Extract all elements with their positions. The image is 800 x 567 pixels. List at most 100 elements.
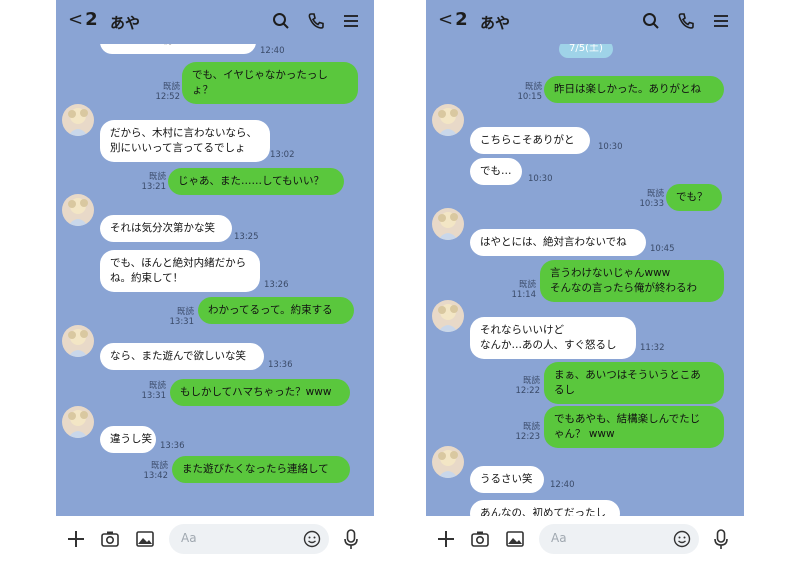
message-bubble-sent[interactable]: 昨日は楽しかった。ありがとね — [544, 76, 724, 103]
read-receipt: 既読 — [646, 189, 664, 199]
message-meta: 既読 13:21 — [138, 172, 167, 192]
message-text: こちらこそありがと — [480, 134, 575, 146]
message-bubble-sent[interactable]: もしかしてハマちゃった？www — [170, 379, 350, 406]
time-text: 13:26 — [264, 280, 289, 290]
unread-count: 2 — [85, 9, 98, 30]
avatar[interactable] — [432, 208, 464, 240]
read-receipt: 既読 — [148, 172, 166, 182]
avatar[interactable] — [62, 406, 94, 438]
message-text: でも、ほんと絶対内緒だから ね。約束して！ — [110, 257, 247, 284]
message-bubble-sent[interactable]: 言うわけないじゃんwww そんなの言ったら俺が終わるわ — [540, 260, 724, 302]
microphone-icon[interactable] — [343, 529, 359, 555]
image-icon[interactable] — [135, 529, 155, 553]
message-bubble-received[interactable]: それは気分次第かな笑 — [100, 215, 232, 242]
emoji-icon[interactable] — [303, 530, 321, 552]
chevron-left-icon: < — [68, 9, 84, 30]
message-bubble-received[interactable]: 違うし笑 — [100, 426, 156, 453]
time-text: 10:45 — [650, 244, 675, 254]
input-bar: Aa — [426, 516, 744, 567]
time-text: 13:31 — [141, 391, 167, 401]
message-meta: 既読 13:31 — [166, 307, 195, 327]
message-text: なら、また遊んで欲しいな笑 — [110, 350, 246, 362]
message-meta: 既読 10:33 — [636, 189, 665, 209]
message-text: わかってるって。約束する — [208, 304, 333, 316]
plus-icon[interactable] — [66, 529, 86, 553]
message-bubble-received[interactable]: なら、また遊んで欲しいな笑 — [100, 343, 264, 370]
message-bubble-received[interactable]: でも… — [470, 158, 522, 185]
chat-area[interactable]: 7/5(土) 昨日は楽しかった。ありがとね 既読 10:15 こちらこそありがと … — [426, 0, 744, 516]
image-icon[interactable] — [505, 529, 525, 553]
chat-screen-left: あんなの、初めてだったし 12:40 でも、イヤじゃなかったっし ょ？ 既読12… — [56, 0, 374, 567]
message-input[interactable]: Aa — [169, 524, 329, 554]
message-text: じゃあ、また……してもいい？ — [178, 175, 324, 187]
message-bubble-received[interactable]: はやとには、絶対言わないでね — [470, 229, 646, 256]
avatar[interactable] — [62, 194, 94, 226]
message-bubble-received[interactable]: あんなの、初めてだったし — [470, 500, 620, 516]
message-text: 昨日は楽しかった。ありがとね — [554, 83, 701, 95]
menu-icon[interactable] — [712, 12, 730, 34]
message-text: でも？ — [676, 191, 708, 203]
chat-header: <2 あや — [56, 0, 374, 44]
back-button[interactable]: <2 — [68, 9, 98, 30]
message-bubble-sent[interactable]: でもあやも、結構楽しんでたじ ゃん？ www — [544, 406, 724, 448]
message-bubble-received[interactable]: こちらこそありがと — [470, 127, 590, 154]
search-icon[interactable] — [642, 12, 660, 34]
phone-icon[interactable] — [307, 12, 325, 34]
camera-icon[interactable] — [470, 529, 490, 553]
message-text: でもあやも、結構楽しんでたじ ゃん？ www — [554, 413, 701, 440]
message-text: 違うし笑 — [110, 433, 152, 445]
message-text: でも、イヤじゃなかったっし ょ？ — [192, 69, 328, 96]
message-input[interactable]: Aa — [539, 524, 699, 554]
message-time: 13:26 — [264, 280, 289, 290]
back-button[interactable]: <2 — [438, 9, 468, 30]
time-text: 12:40 — [550, 480, 575, 490]
message-bubble-received[interactable]: それならいいけど なんか…あの人、すぐ怒るし — [470, 317, 636, 359]
message-text: 言うわけないじゃんwww そんなの言ったら俺が終わるわ — [550, 267, 697, 294]
message-bubble-sent[interactable]: わかってるって。約束する — [198, 297, 354, 324]
emoji-icon[interactable] — [673, 530, 691, 552]
message-bubble-sent[interactable]: また遊びたくなったら連絡して — [172, 456, 350, 483]
camera-icon[interactable] — [100, 529, 120, 553]
message-meta: 既読 12:52 — [152, 82, 181, 102]
input-placeholder: Aa — [551, 531, 567, 545]
message-text: でも… — [480, 165, 512, 177]
search-icon[interactable] — [272, 12, 290, 34]
read-receipt: 既読 — [162, 82, 180, 92]
time-text: 10:33 — [639, 199, 665, 209]
avatar[interactable] — [62, 104, 94, 136]
time-text: 12:40 — [260, 46, 285, 56]
time-text: 11:14 — [511, 290, 537, 300]
message-bubble-received[interactable]: だから、木村に言わないなら、 別にいいって言ってるでしょ — [100, 120, 270, 162]
message-bubble-sent[interactable]: まぁ、あいつはそういうとこあ るし — [544, 362, 724, 404]
chat-area[interactable]: あんなの、初めてだったし 12:40 でも、イヤじゃなかったっし ょ？ 既読12… — [56, 0, 374, 516]
message-text: あんなの、初めてだったし — [480, 507, 606, 516]
message-bubble-sent[interactable]: でも、イヤじゃなかったっし ょ？ — [182, 62, 358, 104]
input-placeholder: Aa — [181, 531, 197, 545]
message-time: 10:30 — [598, 142, 623, 152]
chevron-left-icon: < — [438, 9, 454, 30]
avatar[interactable] — [432, 300, 464, 332]
message-meta: 既読 13:31 — [138, 381, 167, 401]
microphone-icon[interactable] — [713, 529, 729, 555]
avatar[interactable] — [432, 446, 464, 478]
avatar[interactable] — [62, 325, 94, 357]
message-meta: 既読 13:42 — [140, 461, 169, 481]
plus-icon[interactable] — [436, 529, 456, 553]
message-time: 10:45 — [650, 244, 675, 254]
menu-icon[interactable] — [342, 12, 360, 34]
message-bubble-sent[interactable]: でも？ — [666, 184, 722, 211]
message-bubble-received[interactable]: うるさい笑 — [470, 466, 544, 493]
input-bar: Aa — [56, 516, 374, 567]
phone-icon[interactable] — [677, 12, 695, 34]
read-receipt: 既読 — [176, 307, 194, 317]
read-receipt: 既読 — [518, 280, 536, 290]
message-bubble-sent[interactable]: じゃあ、また……してもいい？ — [168, 168, 344, 195]
time-text: 13:31 — [169, 317, 195, 327]
message-time: 10:30 — [528, 174, 553, 184]
message-meta: 既読 10:15 — [514, 82, 543, 102]
avatar[interactable] — [432, 104, 464, 136]
time-text: 13:36 — [160, 441, 185, 451]
read-receipt: 既読 — [150, 461, 168, 471]
time-text: 11:32 — [640, 343, 665, 353]
message-bubble-received[interactable]: でも、ほんと絶対内緒だから ね。約束して！ — [100, 250, 260, 292]
